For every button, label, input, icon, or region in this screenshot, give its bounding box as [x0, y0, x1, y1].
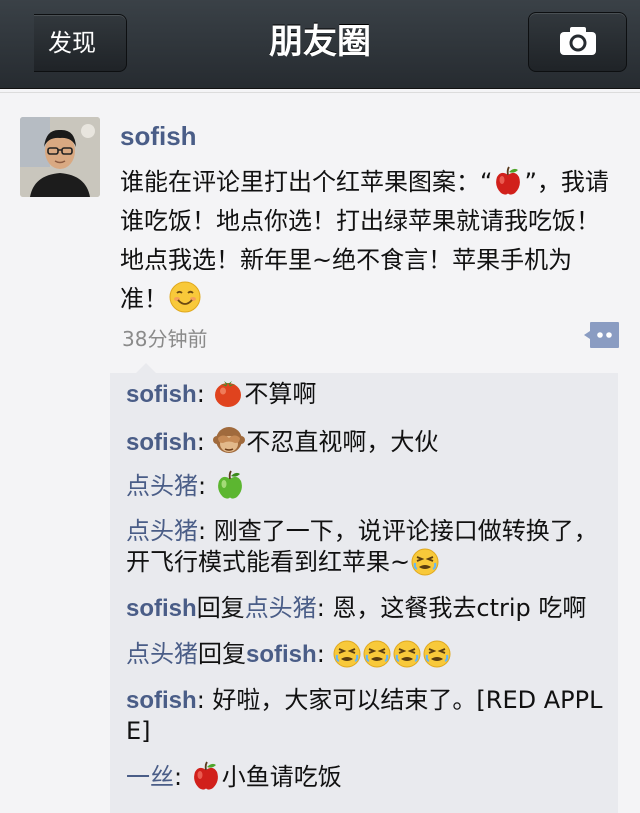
comment-text: 不算啊 [244, 380, 317, 408]
comment-text: 恩，这餐我去ctrip 吃啊 [332, 594, 587, 622]
smiling-face-icon [169, 281, 201, 313]
comment-bubble-icon [584, 322, 619, 348]
tired-face-icon [333, 640, 361, 668]
comment-separator: : [316, 594, 333, 622]
tired-face-icon [393, 640, 421, 668]
nav-bar: 发现 朋友圈 [0, 0, 640, 89]
comment-separator: : [196, 428, 213, 456]
post-author-name[interactable]: sofish [120, 121, 197, 152]
comment-author[interactable]: 一丝 [126, 763, 174, 791]
tired-face-icon-group [332, 640, 452, 668]
comments-panel: sofish: 不算啊 sofish: 不忍直视啊，大伙 点头猪: 点头猪: 刚… [110, 363, 618, 813]
comment-separator: : [198, 517, 214, 545]
reply-to-name[interactable]: sofish [246, 641, 317, 668]
comment-separator: : [196, 686, 213, 714]
comment-author[interactable]: 点头猪 [126, 640, 198, 668]
see-no-evil-monkey-icon [213, 427, 246, 453]
camera-button[interactable] [528, 12, 627, 72]
red-apple-icon [496, 166, 521, 195]
comment-item: sofish: 好啦，大家可以结束了。[RED APPLE] [126, 685, 610, 747]
comment-separator: : [174, 763, 190, 791]
tired-face-icon [411, 548, 439, 576]
avatar-photo [20, 117, 100, 197]
tired-face-icon [423, 640, 451, 668]
comment-author[interactable]: sofish [126, 595, 197, 622]
avatar[interactable] [20, 117, 100, 197]
red-tomato-icon [215, 381, 242, 407]
tired-face-icon [363, 640, 391, 668]
comment-separator: : [196, 380, 213, 408]
comment-item: 点头猪回复sofish: [126, 639, 610, 670]
comment-separator: : [198, 472, 214, 500]
comment-text: 小鱼请吃饭 [221, 763, 342, 791]
comment-author[interactable]: 点头猪 [126, 472, 198, 500]
comment-author[interactable]: sofish [126, 429, 197, 456]
green-apple-icon [217, 470, 242, 499]
comment-item: sofish: 不忍直视啊，大伙 [126, 424, 610, 458]
comment-author[interactable]: 点头猪 [126, 517, 198, 545]
reply-word: 回复 [198, 640, 246, 668]
post-text: 谁能在评论里打出个红苹果图案：“ ”，我请谁吃饭！地点你选！打出绿苹果就请我吃饭！… [120, 163, 620, 319]
red-apple-icon [193, 761, 218, 790]
reply-word: 回复 [196, 594, 245, 622]
comment-item: 点头猪: [126, 470, 610, 502]
comment-author[interactable]: sofish [126, 687, 197, 714]
comment-author[interactable]: sofish [126, 381, 197, 408]
comment-item: sofish: 不算啊 [126, 378, 610, 410]
post-text-part1: 谁能在评论里打出个红苹果图案：“ [120, 168, 493, 196]
comment-item: 一丝: 小鱼请吃饭 [126, 761, 610, 793]
comment-item: sofish回复点头猪: 恩，这餐我去ctrip 吃啊 [126, 593, 610, 624]
moment-post: sofish 谁能在评论里打出个红苹果图案：“ ”，我请谁吃饭！地点你选！打出绿苹… [0, 92, 640, 813]
comment-item: 点头猪: 刚查了一下，说评论接口做转换了，开飞行模式能看到红苹果~ [126, 516, 610, 578]
comment-separator: : [316, 640, 333, 668]
comment-text: 不忍直视啊，大伙 [246, 428, 439, 456]
post-time: 38分钟前 [122, 327, 208, 351]
camera-icon [560, 27, 596, 55]
comment-action-button[interactable] [584, 321, 620, 349]
reply-to-name[interactable]: 点头猪 [245, 594, 317, 622]
